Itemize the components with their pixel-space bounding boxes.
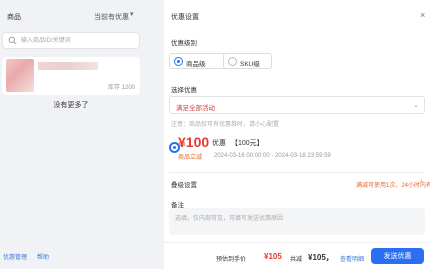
level-option-label: 商品级 <box>186 61 206 68</box>
send-promo-button[interactable]: 发送优惠 <box>371 248 424 264</box>
total-discount-value: ¥105， <box>308 253 334 262</box>
stack-setting-label: 叠级设置 <box>171 182 197 189</box>
coupon-threshold: 【100元】 <box>231 140 264 147</box>
promo-filter-dropdown[interactable]: 当前有优惠 <box>94 12 129 22</box>
estimated-price-label: 预估到手价 <box>216 257 247 263</box>
divider <box>169 172 425 173</box>
coupon-type: 优惠 <box>212 140 226 147</box>
stock-count: 库存 1200 <box>107 85 135 91</box>
panel-title: 优惠设置 <box>171 14 199 21</box>
level-option-sku[interactable]: SKU级 <box>223 53 272 69</box>
promo-manage-link[interactable]: 优惠管理 <box>3 252 27 261</box>
footer-bar: 预估到手价 ¥105 共减 ¥105， 查看明细 发送优惠 <box>164 242 430 269</box>
help-link[interactable]: 帮助 <box>37 252 49 261</box>
chevron-right-icon[interactable]: › <box>420 178 422 185</box>
level-option-label: SKU级 <box>240 61 260 68</box>
choose-promo-label: 选择优惠 <box>171 87 197 94</box>
product-list-header: 商品 当前有优惠 ▾ <box>0 8 142 24</box>
chevron-down-icon: ⌄ <box>413 102 419 109</box>
total-discount-label: 共减 <box>290 257 303 263</box>
promo-select[interactable]: 满足全部活动 ⌄ <box>169 96 425 114</box>
coupon-time-range: 2024-03-16 00:00:00 - 2024-03-18 23:59:5… <box>214 153 331 159</box>
search-box <box>2 32 140 49</box>
radio-unselected-icon[interactable] <box>228 57 237 66</box>
close-icon[interactable]: × <box>420 10 425 20</box>
search-input[interactable] <box>21 35 136 46</box>
level-option-product[interactable]: 商品级 <box>169 53 228 69</box>
promo-settings-panel: 优惠设置 × 优惠级别 商品级 SKU级 选择优惠 满足全部活动 ⌄ 注意：商品… <box>164 0 430 269</box>
promo-note: 注意：商品仅可有优惠券时，请小心配置 <box>171 122 280 128</box>
estimated-price: ¥105 <box>264 252 282 261</box>
product-list-panel: 商品 当前有优惠 ▾ 库存 1200 没有更多了 优惠管理 帮助 <box>0 0 142 269</box>
product-name-blurred <box>38 62 98 70</box>
product-thumbnail <box>6 59 34 92</box>
coupon-tag: 商品立减 <box>178 155 203 161</box>
view-details-link[interactable]: 查看明细 <box>340 254 364 263</box>
chevron-down-icon[interactable]: ▾ <box>130 10 138 20</box>
product-column-label: 商品 <box>7 14 21 21</box>
coupon-amount: ¥100 <box>178 134 210 150</box>
radio-selected-icon[interactable] <box>174 57 183 66</box>
product-list-item[interactable]: 库存 1200 <box>2 57 140 95</box>
promo-select-value: 满足全部活动 <box>176 105 215 112</box>
level-label: 优惠级别 <box>171 40 197 47</box>
remark-textarea[interactable] <box>169 208 425 235</box>
no-more-text: 没有更多了 <box>53 102 89 109</box>
search-icon <box>8 36 17 45</box>
stack-rule-text[interactable]: 满减可使用1次，24小时内有效 <box>356 180 430 189</box>
